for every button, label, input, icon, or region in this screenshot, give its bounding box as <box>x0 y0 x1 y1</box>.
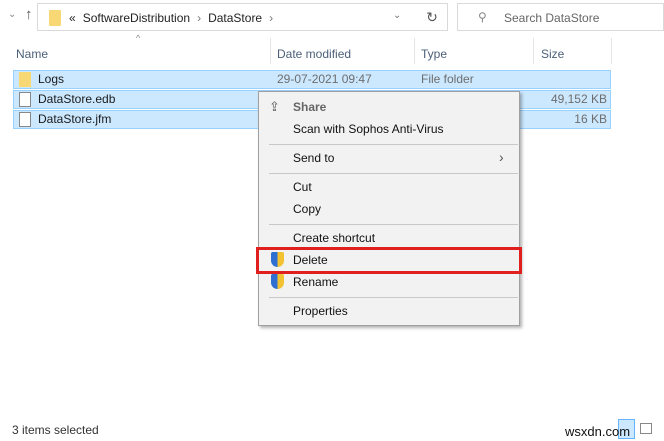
column-divider[interactable] <box>414 38 415 64</box>
menu-item-create-shortcut[interactable]: Create shortcut <box>293 231 375 245</box>
status-bar-text: 3 items selected <box>12 423 99 437</box>
delete-highlight-box <box>256 247 522 274</box>
file-size: 49,152 KB <box>550 92 607 106</box>
sort-ascending-icon: ^ <box>136 33 141 43</box>
menu-item-properties[interactable]: Properties <box>293 304 348 318</box>
column-header-type[interactable]: Type <box>421 43 447 65</box>
column-header-date[interactable]: Date modified <box>277 43 351 65</box>
context-menu: ⇪ Share Scan with Sophos Anti-Virus Send… <box>258 91 520 326</box>
file-name: Logs <box>38 72 65 86</box>
uac-shield-icon <box>271 274 284 289</box>
address-bar[interactable]: « SoftwareDistribution › DataStore › <box>37 3 448 31</box>
address-dropdown-icon[interactable]: ⌄ <box>393 10 401 21</box>
file-date: 29-07-2021 09:47 <box>277 72 372 86</box>
menu-separator <box>269 297 518 298</box>
chevron-right-icon[interactable]: › <box>197 11 201 25</box>
refresh-button[interactable]: ↻ <box>417 3 448 31</box>
column-divider[interactable] <box>533 38 534 64</box>
file-name: DataStore.edb <box>38 92 116 106</box>
file-icon <box>19 92 31 107</box>
watermark: wsxdn.com <box>565 424 631 439</box>
column-divider[interactable] <box>611 38 612 64</box>
search-input[interactable]: ⚲ Search DataStore <box>457 3 664 31</box>
menu-item-copy[interactable]: Copy <box>293 202 321 216</box>
file-type: File folder <box>421 72 474 86</box>
column-header-size[interactable]: Size <box>541 43 564 65</box>
overflow-chevron[interactable]: « <box>69 11 76 25</box>
share-icon: ⇪ <box>269 99 280 114</box>
folder-icon <box>49 10 61 26</box>
menu-item-share[interactable]: Share <box>293 100 326 114</box>
file-icon <box>19 112 31 127</box>
chevron-right-icon[interactable]: › <box>269 11 273 25</box>
folder-icon <box>19 72 31 87</box>
search-icon: ⚲ <box>478 10 487 24</box>
file-row[interactable]: Logs 29-07-2021 09:47 File folder <box>13 70 611 89</box>
column-divider[interactable] <box>270 38 271 64</box>
menu-item-cut[interactable]: Cut <box>293 180 312 194</box>
large-icons-view-button[interactable] <box>640 423 652 434</box>
file-name: DataStore.jfm <box>38 112 112 126</box>
column-header-name[interactable]: Name <box>16 43 48 65</box>
menu-separator <box>269 144 518 145</box>
menu-item-send-to[interactable]: Send to <box>293 151 334 165</box>
breadcrumb-softwaredistribution[interactable]: SoftwareDistribution <box>83 11 190 25</box>
chevron-right-icon: › <box>499 149 504 165</box>
recent-locations-icon[interactable]: ⌄ <box>8 9 16 20</box>
breadcrumb-datastore[interactable]: DataStore <box>208 11 262 25</box>
up-arrow-icon[interactable]: ↑ <box>25 6 33 23</box>
file-size: 16 KB <box>574 112 607 126</box>
menu-item-scan[interactable]: Scan with Sophos Anti-Virus <box>293 122 444 136</box>
menu-separator <box>269 173 518 174</box>
menu-item-rename[interactable]: Rename <box>293 275 338 289</box>
menu-separator <box>269 224 518 225</box>
